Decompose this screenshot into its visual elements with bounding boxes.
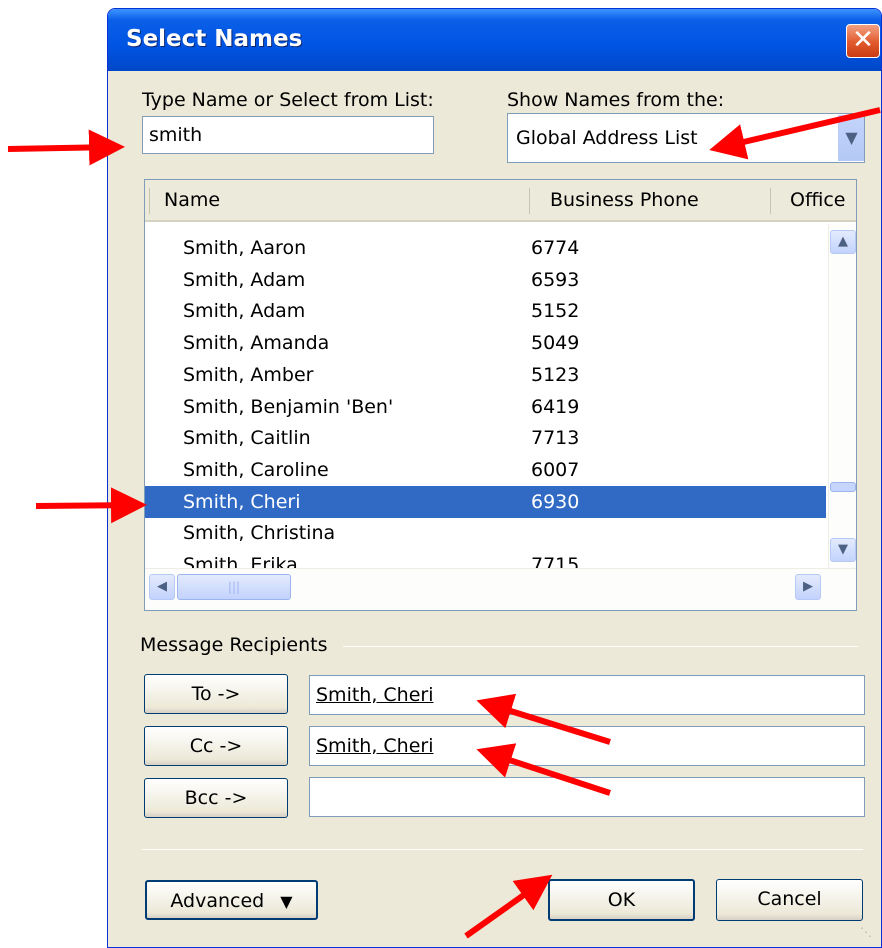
annotation-arrow [709, 107, 881, 160]
annotation-arrow [476, 693, 611, 745]
annotation-layer [7, 107, 881, 939]
annotation-arrow [476, 743, 611, 796]
annotation-arrow [35, 487, 147, 524]
annotation-arrow [464, 874, 553, 939]
annotation-arrow [7, 129, 125, 166]
